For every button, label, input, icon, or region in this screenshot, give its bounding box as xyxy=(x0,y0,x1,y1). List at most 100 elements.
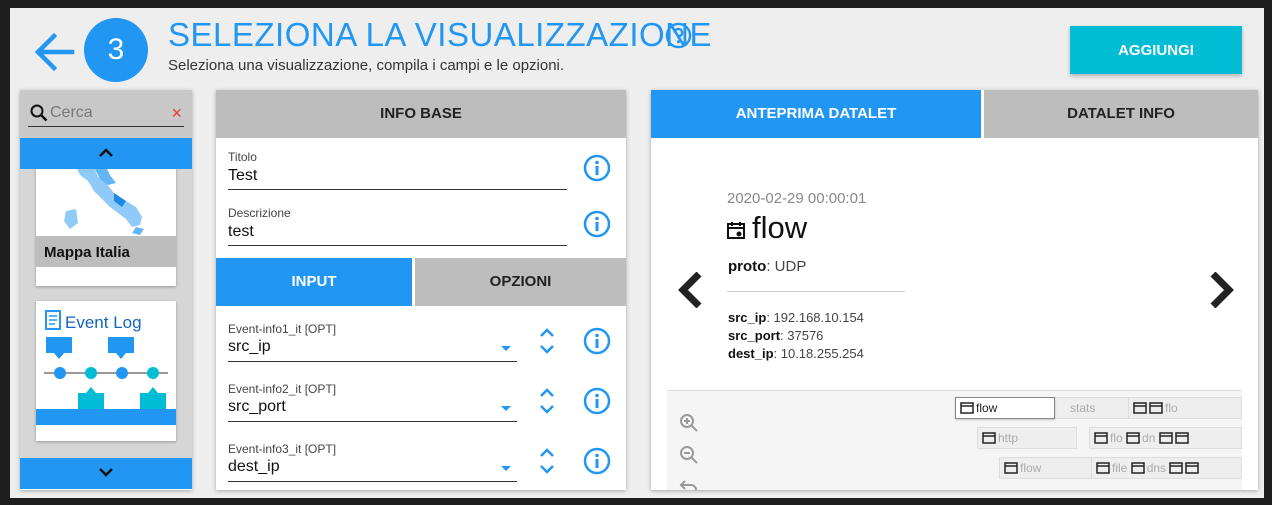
zoom-out-icon[interactable] xyxy=(679,445,699,465)
proto-key: proto xyxy=(728,258,767,275)
event-field: dest_ip: 10.18.255.254 xyxy=(728,346,864,361)
graph-node[interactable]: file dns xyxy=(1091,457,1242,479)
event-info2-value: src_port xyxy=(228,398,286,415)
italy-map-thumbnail xyxy=(64,169,144,235)
chevron-down-icon xyxy=(99,468,113,477)
description-input[interactable] xyxy=(228,220,567,246)
help-icon[interactable] xyxy=(665,22,692,49)
info-base-header: INFO BASE xyxy=(216,90,626,138)
calendar-event-icon xyxy=(1174,432,1189,444)
event-info3-select[interactable]: dest_ip xyxy=(228,456,517,482)
tab-opzioni[interactable]: OPZIONI xyxy=(415,258,626,306)
search-bar: × xyxy=(20,90,192,138)
page-subtitle: Seleziona una visualizzazione, compila i… xyxy=(168,57,565,74)
dropdown-arrow-icon xyxy=(501,406,511,411)
calendar-event-icon xyxy=(1130,462,1145,474)
title-input[interactable] xyxy=(228,164,567,190)
proto-value: : UDP xyxy=(766,258,807,275)
info-icon[interactable] xyxy=(583,327,611,355)
search-input[interactable] xyxy=(50,102,160,124)
graph-node-flow[interactable]: flow xyxy=(955,397,1055,419)
reorder-updown-icon[interactable] xyxy=(538,386,556,416)
step-number-badge: 3 xyxy=(84,18,148,82)
field-value: : 37576 xyxy=(780,328,824,343)
add-button[interactable]: AGGIUNGI xyxy=(1070,26,1242,74)
event-field: src_ip: 192.168.10.154 xyxy=(728,310,864,325)
event-info2-field: Event-info2_it [OPT] src_port xyxy=(228,382,517,422)
event-info3-field: Event-info3_it [OPT] dest_ip xyxy=(228,442,517,482)
field-key: src_port xyxy=(728,328,781,343)
calendar-event-icon xyxy=(1126,432,1140,444)
event-log-thumbnail: Event Log xyxy=(36,310,176,425)
visualization-card-mappa-italia[interactable]: Mappa Italia xyxy=(36,169,176,286)
page-title: SELEZIONA LA VISUALIZZAZIONE xyxy=(168,16,712,53)
event-info2-label: Event-info2_it [OPT] xyxy=(228,382,337,396)
scroll-down-button[interactable] xyxy=(20,458,192,489)
visualization-list-panel: × Mappa Italia Event Lo xyxy=(20,90,192,490)
field-value: : 192.168.10.154 xyxy=(766,310,864,325)
info-icon[interactable] xyxy=(583,447,611,475)
chevron-up-icon xyxy=(99,148,113,157)
event-title: flow xyxy=(752,210,808,245)
calendar-event-icon xyxy=(1169,462,1184,474)
info-icon[interactable] xyxy=(583,154,611,182)
calendar-event-icon xyxy=(1004,462,1018,474)
title-label: Titolo xyxy=(228,150,257,164)
event-date: 2020-02-29 00:00:01 xyxy=(727,190,867,207)
back-arrow-icon[interactable] xyxy=(30,28,78,76)
calendar-event-icon xyxy=(1133,402,1147,414)
datalet-preview-panel: ANTEPRIMA DATALET DATALET INFO 2020-02-2… xyxy=(651,90,1258,490)
reorder-updown-icon[interactable] xyxy=(538,446,556,476)
zoom-in-icon[interactable] xyxy=(679,413,699,433)
event-info3-label: Event-info3_it [OPT] xyxy=(228,442,337,456)
event-info3-value: dest_ip xyxy=(228,458,280,475)
visualization-card-event-log[interactable]: Event Log xyxy=(36,301,176,441)
preview-divider xyxy=(727,291,905,292)
graph-node[interactable]: flo xyxy=(1128,397,1242,419)
title-field: Titolo xyxy=(228,150,567,190)
reorder-updown-icon[interactable] xyxy=(538,326,556,356)
info-icon[interactable] xyxy=(583,210,611,238)
field-key: src_ip xyxy=(728,310,767,325)
graph-node[interactable]: flo dn xyxy=(1089,427,1242,449)
app-frame: 3 SELEZIONA LA VISUALIZZAZIONE Seleziona… xyxy=(10,8,1264,498)
dropdown-arrow-icon xyxy=(501,466,511,471)
search-field: × xyxy=(28,100,184,127)
event-proto: proto: UDP xyxy=(728,258,806,275)
undo-icon[interactable] xyxy=(679,477,699,490)
tab-datalet-info[interactable]: DATALET INFO xyxy=(984,90,1258,138)
event-info1-value: src_ip xyxy=(228,338,271,355)
event-info1-select[interactable]: src_ip xyxy=(228,336,517,362)
tab-input[interactable]: INPUT xyxy=(216,258,412,306)
calendar-event-icon xyxy=(1096,462,1110,474)
info-base-panel: INFO BASE Titolo Descrizione INPUT OPZIO… xyxy=(216,90,626,490)
svg-text:Event Log: Event Log xyxy=(65,313,142,332)
field-value: : 10.18.255.254 xyxy=(773,346,864,361)
calendar-event-icon xyxy=(1185,462,1200,474)
visualization-list: Mappa Italia Event Log xyxy=(20,169,192,458)
description-field: Descrizione xyxy=(228,206,567,246)
event-info1-label: Event-info1_it [OPT] xyxy=(228,322,337,336)
next-arrow-icon[interactable] xyxy=(1207,272,1235,308)
visualization-label: Mappa Italia xyxy=(36,236,176,267)
event-info2-select[interactable]: src_port xyxy=(228,396,517,422)
search-icon xyxy=(30,104,48,122)
event-field: src_port: 37576 xyxy=(728,328,823,343)
calendar-event-icon xyxy=(1094,432,1108,444)
event-graph[interactable]: stats flo flow http flo dn flow file dns xyxy=(667,390,1242,490)
previous-arrow-icon[interactable] xyxy=(677,272,705,308)
dropdown-arrow-icon xyxy=(501,346,511,351)
calendar-event-icon xyxy=(1149,402,1163,414)
clear-search-icon[interactable]: × xyxy=(171,102,182,124)
calendar-event-icon xyxy=(1158,432,1173,444)
calendar-event-icon xyxy=(982,432,996,444)
info-icon[interactable] xyxy=(583,387,611,415)
graph-node[interactable]: flow xyxy=(999,457,1093,479)
field-key: dest_ip xyxy=(728,346,774,361)
scroll-up-button[interactable] xyxy=(20,138,192,169)
tab-anteprima-datalet[interactable]: ANTEPRIMA DATALET xyxy=(651,90,981,138)
description-label: Descrizione xyxy=(228,206,291,220)
calendar-event-icon xyxy=(960,402,974,414)
event-info1-field: Event-info1_it [OPT] src_ip xyxy=(228,322,517,362)
graph-node[interactable]: http xyxy=(977,427,1077,449)
